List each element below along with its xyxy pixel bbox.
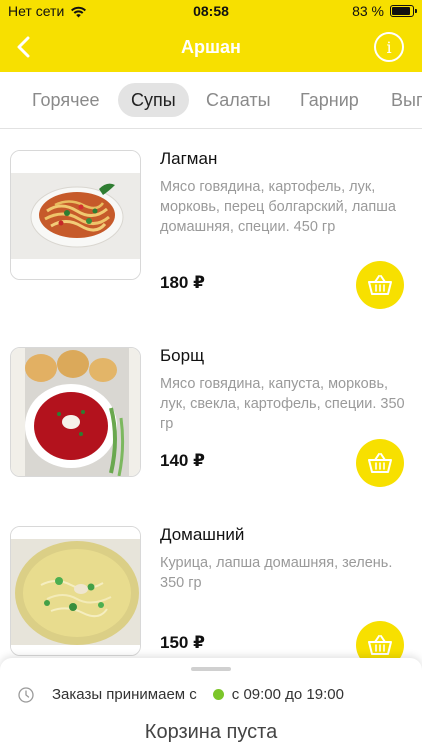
borscht-image <box>11 348 140 476</box>
tab-garnish[interactable]: Гарнир <box>287 83 372 117</box>
dish-name: Борщ <box>160 346 205 365</box>
info-icon: i <box>386 37 392 57</box>
dish-price: 180 ₽ <box>160 273 205 292</box>
status-right: 83 % <box>352 3 417 19</box>
page-title: Аршан <box>181 37 241 57</box>
dish-description: Мясо говядина, капуста, морковь, лук, св… <box>160 376 405 432</box>
basket-icon <box>368 635 392 655</box>
basket-icon <box>368 275 392 295</box>
dish-image <box>10 150 141 280</box>
hours-label: Заказы принимаем с <box>52 686 197 703</box>
clock-icon <box>18 686 34 703</box>
battery-icon <box>390 5 417 17</box>
dish-price: 150 ₽ <box>160 633 205 652</box>
cart-bottom-sheet[interactable]: Заказы принимаем с с 09:00 до 19:00 Корз… <box>0 658 422 750</box>
working-hours: Заказы принимаем с с 09:00 до 19:00 <box>18 686 344 703</box>
tab-more[interactable]: Вып <box>378 83 422 117</box>
list-item[interactable]: Борщ Мясо говядина, капуста, морковь, лу… <box>0 327 422 497</box>
lagman-image <box>11 151 140 279</box>
dish-description: Курица, лапша домашняя, зелень. 350 гр <box>160 555 393 591</box>
tab-salads[interactable]: Салаты <box>193 83 284 117</box>
dish-description: Мясо говядина, картофель, лук, морковь, … <box>160 179 396 235</box>
add-to-cart-button[interactable] <box>356 439 404 487</box>
basket-icon <box>368 453 392 473</box>
tab-hot[interactable]: Горячее <box>19 83 113 117</box>
add-to-cart-button[interactable] <box>356 261 404 309</box>
dish-name: Домашний <box>160 525 245 544</box>
tab-soups[interactable]: Супы <box>118 83 189 117</box>
cart-status: Корзина пуста <box>144 721 278 743</box>
category-tabs: Горячее Супы Салаты Гарнир Вып <box>0 72 422 129</box>
battery-level <box>392 7 411 15</box>
dish-image <box>10 347 141 477</box>
nav-bar: Аршан i <box>0 22 422 72</box>
chicken-noodle-image <box>11 527 140 655</box>
battery-percent: 83 % <box>352 3 384 19</box>
status-bar: Нет сети 08:58 83 % <box>0 0 422 22</box>
dish-image <box>10 526 141 656</box>
dish-price: 140 ₽ <box>160 451 205 470</box>
open-status-dot <box>212 689 224 700</box>
info-button[interactable]: i <box>374 32 404 62</box>
sheet-grabber[interactable] <box>191 667 231 671</box>
dish-name: Лагман <box>160 149 218 168</box>
list-item[interactable]: Домашний Курица, лапша домашняя, зелень.… <box>0 506 422 676</box>
hours-value: с 09:00 до 19:00 <box>231 686 344 703</box>
list-item[interactable]: Лагман Мясо говядина, картофель, лук, мо… <box>0 130 422 309</box>
